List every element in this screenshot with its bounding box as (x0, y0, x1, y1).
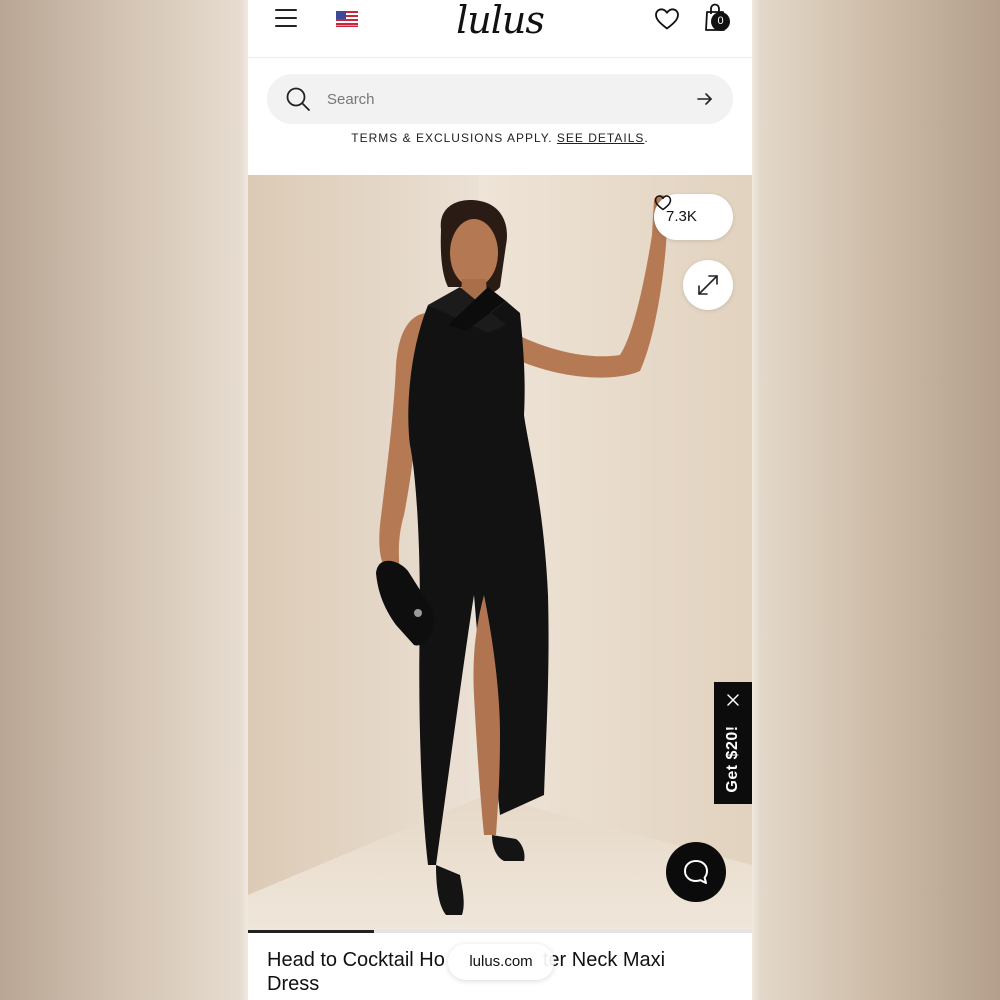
likes-button[interactable]: 7.3K (654, 194, 733, 240)
site-header: lulus 0 (248, 0, 752, 58)
search-bar[interactable] (267, 74, 733, 124)
image-carousel-progress (248, 930, 752, 933)
browser-url-pill[interactable]: lulus.com (448, 944, 554, 980)
search-icon (286, 87, 310, 111)
arrow-right-icon[interactable] (695, 89, 715, 109)
cart-count-badge: 0 (711, 12, 730, 31)
promo-text: TERMS & EXCLUSIONS APPLY. (351, 131, 553, 145)
promo-banner: TERMS & EXCLUSIONS APPLY. SEE DETAILS. (248, 130, 752, 146)
heart-outline-icon (654, 195, 672, 211)
search-input[interactable] (327, 87, 667, 111)
expand-image-button[interactable] (683, 260, 733, 310)
image-carousel-progress-fill (248, 930, 374, 933)
us-flag-icon[interactable] (336, 11, 358, 27)
product-image[interactable]: 7.3K (248, 175, 752, 930)
product-title-start: Head to Cocktail Ho (267, 949, 445, 971)
product-photo (248, 175, 752, 930)
chat-button[interactable] (666, 842, 726, 902)
expand-arrows-icon (698, 275, 718, 295)
offer-label: Get $20! (724, 725, 741, 793)
phone-screen: lulus 0 TERMS & EXCLUSIONS APPLY. SEE DE… (248, 0, 752, 1000)
chat-bubble-icon (684, 860, 708, 884)
see-details-link[interactable]: SEE DETAILS (557, 131, 644, 145)
lulus-logo[interactable]: lulus (448, 0, 552, 44)
promo-suffix: . (644, 131, 649, 145)
close-icon[interactable] (726, 693, 740, 707)
hamburger-menu-icon[interactable] (275, 9, 297, 27)
heart-icon[interactable] (654, 7, 680, 31)
get-20-offer-tab[interactable]: Get $20! (714, 682, 752, 804)
